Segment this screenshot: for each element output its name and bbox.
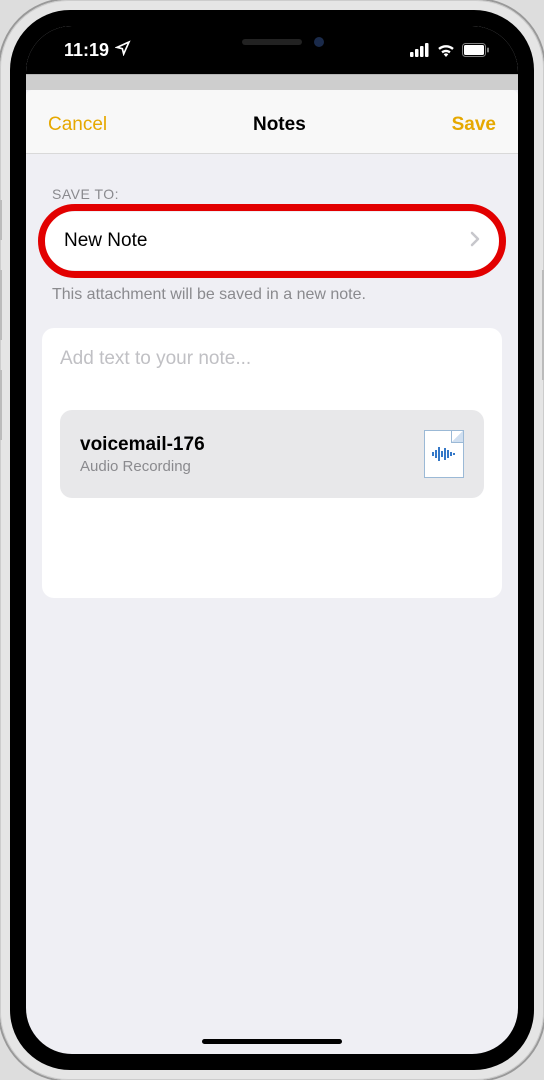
destination-label: New Note	[64, 230, 147, 252]
cellular-signal-icon	[410, 43, 430, 57]
front-camera	[314, 37, 324, 47]
screen: 11:19	[26, 26, 518, 1054]
sheet-backdrop	[26, 74, 518, 90]
side-buttons-left	[0, 200, 2, 470]
cancel-button[interactable]: Cancel	[48, 114, 107, 136]
attachment-info: voicemail-176 Audio Recording	[80, 434, 205, 475]
destination-row-container: New Note	[26, 212, 518, 270]
attachment-type: Audio Recording	[80, 458, 205, 475]
attachment-name: voicemail-176	[80, 434, 205, 456]
status-time: 11:19	[64, 40, 109, 61]
navigation-bar: Cancel Notes Save	[26, 96, 518, 154]
volume-down-button[interactable]	[0, 370, 2, 440]
save-hint-text: This attachment will be saved in a new n…	[26, 270, 518, 328]
content-area: SAVE TO: New Note This attachment will b…	[26, 154, 518, 598]
save-button[interactable]: Save	[452, 114, 496, 136]
save-to-header: SAVE TO:	[26, 186, 518, 212]
home-indicator[interactable]	[202, 1039, 342, 1044]
chevron-right-icon	[470, 231, 480, 252]
audio-file-icon	[424, 430, 464, 478]
phone-frame: 11:19	[0, 0, 544, 1080]
audio-waveform-icon	[432, 447, 456, 461]
note-text-input[interactable]: Add text to your note...	[60, 348, 484, 370]
phone-bezel: 11:19	[10, 10, 534, 1070]
notch	[172, 26, 372, 58]
file-fold-corner	[451, 431, 463, 443]
note-composer-card: Add text to your note... voicemail-176 A…	[42, 328, 502, 598]
save-destination-row[interactable]: New Note	[42, 212, 502, 270]
battery-full-icon	[462, 43, 490, 57]
mute-switch[interactable]	[0, 200, 2, 240]
location-arrow-icon	[115, 40, 131, 61]
wifi-icon	[436, 43, 456, 57]
volume-up-button[interactable]	[0, 270, 2, 340]
nav-title: Notes	[253, 114, 306, 136]
speaker-grill	[242, 39, 302, 45]
attachment-card[interactable]: voicemail-176 Audio Recording	[60, 410, 484, 498]
